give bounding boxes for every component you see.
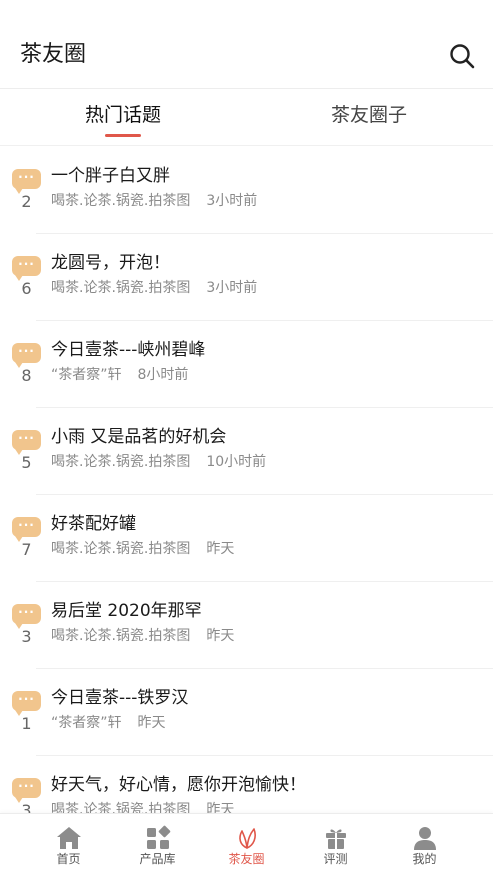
comment-bubble-icon: ··· [12, 430, 41, 455]
topic-time: 昨天 [206, 802, 235, 813]
topic-time: 昨天 [206, 628, 235, 644]
topic-meta: 喝茶.论茶.锅瓷.拍茶图 3小时前 [51, 191, 257, 211]
topic-source: 喝茶.论茶.锅瓷.拍茶图 [51, 280, 191, 296]
home-icon [56, 827, 81, 849]
tabbar-label: 我的 [412, 852, 437, 866]
tabbar-item-me[interactable]: 我的 [380, 814, 469, 879]
topic-meta: 喝茶.论茶.锅瓷.拍茶图 昨天 [51, 626, 234, 646]
comment-bubble-icon: ··· [12, 691, 41, 716]
tab-label: 热门话题 [84, 104, 161, 126]
topic-time: 昨天 [137, 715, 166, 731]
tabbar-label: 产品库 [139, 852, 176, 866]
list-item[interactable]: ··· 8 今日壹茶---峡州碧峰 “茶者察”轩 8小时前 [0, 321, 493, 408]
topic-time: 10小时前 [206, 454, 267, 470]
topic-title: 一个胖子白又胖 [51, 166, 170, 186]
list-item[interactable]: ··· 5 小雨 又是品茗的好机会 喝茶.论茶.锅瓷.拍茶图 10小时前 [0, 408, 493, 495]
topic-meta: 喝茶.论茶.锅瓷.拍茶图 昨天 [51, 539, 234, 559]
topic-time: 8小时前 [137, 367, 189, 383]
topic-meta: 喝茶.论茶.锅瓷.拍茶图 10小时前 [51, 452, 266, 472]
comment-count: 5 [21, 453, 32, 472]
topic-meta: “茶者察”轩 昨天 [51, 713, 166, 733]
topic-source: “茶者察”轩 [51, 367, 122, 383]
topic-source: 喝茶.论茶.锅瓷.拍茶图 [51, 541, 191, 557]
comment-bubble-icon: ··· [12, 517, 41, 542]
comment-count: 3 [21, 627, 32, 646]
user-icon [413, 827, 436, 850]
comment-count: 8 [21, 366, 32, 385]
tabbar-label: 首页 [56, 852, 81, 866]
topic-list: ··· 2 一个胖子白又胖 喝茶.论茶.锅瓷.拍茶图 3小时前 ··· 6 龙圆号… [0, 147, 493, 813]
list-item[interactable]: ··· 3 易后堂 2020年那罕 喝茶.论茶.锅瓷.拍茶图 昨天 [0, 582, 493, 669]
topic-title: 好天气，好心情，愿你开泡愉快！ [51, 775, 306, 795]
topic-source: 喝茶.论茶.锅瓷.拍茶图 [51, 802, 191, 813]
topic-time: 3小时前 [206, 193, 258, 209]
topic-title: 今日壹茶---峡州碧峰 [51, 340, 206, 360]
bottom-tab-bar: 首页 产品库 茶友圈 评测 我的 [0, 813, 493, 879]
list-item[interactable]: ··· 2 一个胖子白又胖 喝茶.论茶.锅瓷.拍茶图 3小时前 [0, 147, 493, 234]
comment-count: 2 [21, 192, 32, 211]
comment-bubble-icon: ··· [12, 778, 41, 803]
tabbar-item-home[interactable]: 首页 [24, 814, 113, 879]
comment-count: 7 [21, 540, 32, 559]
topic-source: 喝茶.论茶.锅瓷.拍茶图 [51, 454, 191, 470]
tabbar-item-products[interactable]: 产品库 [113, 814, 202, 879]
comment-bubble-icon: ··· [12, 256, 41, 281]
topic-title: 今日壹茶---铁罗汉 [51, 688, 189, 708]
topic-title: 龙圆号，开泡！ [51, 253, 170, 273]
topic-time: 昨天 [206, 541, 235, 557]
topic-meta: “茶者察”轩 8小时前 [51, 365, 188, 385]
topic-source: 喝茶.论茶.锅瓷.拍茶图 [51, 193, 191, 209]
topic-title: 易后堂 2020年那罕 [51, 601, 202, 621]
comment-bubble-icon: ··· [12, 604, 41, 629]
tabbar-item-review[interactable]: 评测 [291, 814, 380, 879]
comment-count: 1 [21, 714, 32, 733]
tab-tea-circles[interactable]: 茶友圈子 [246, 89, 492, 147]
gift-icon [325, 829, 346, 849]
list-item[interactable]: ··· 7 好茶配好罐 喝茶.论茶.锅瓷.拍茶图 昨天 [0, 495, 493, 582]
topic-source: 喝茶.论茶.锅瓷.拍茶图 [51, 628, 191, 644]
active-tab-indicator [105, 134, 141, 137]
topic-meta: 喝茶.论茶.锅瓷.拍茶图 昨天 [51, 800, 234, 813]
comment-count: 6 [21, 279, 32, 298]
grid-icon [146, 825, 170, 849]
topic-title: 好茶配好罐 [51, 514, 136, 534]
topic-source: “茶者察”轩 [51, 715, 122, 731]
tabbar-item-tea-circle[interactable]: 茶友圈 [202, 814, 291, 879]
page-title: 茶友圈 [20, 42, 87, 67]
tab-label: 茶友圈子 [330, 104, 407, 126]
leaf-icon [238, 828, 256, 849]
topic-tabs: 热门话题 茶友圈子 [0, 88, 493, 146]
topic-meta: 喝茶.论茶.锅瓷.拍茶图 3小时前 [51, 278, 257, 298]
app-header: 茶友圈 [0, 0, 493, 88]
tabbar-label: 茶友圈 [228, 852, 265, 866]
tab-hot-topics[interactable]: 热门话题 [0, 89, 246, 147]
list-item[interactable]: ··· 3 好天气，好心情，愿你开泡愉快！ 喝茶.论茶.锅瓷.拍茶图 昨天 [0, 756, 493, 813]
comment-bubble-icon: ··· [12, 169, 41, 194]
list-item[interactable]: ··· 1 今日壹茶---铁罗汉 “茶者察”轩 昨天 [0, 669, 493, 756]
topic-time: 3小时前 [206, 280, 258, 296]
list-item[interactable]: ··· 6 龙圆号，开泡！ 喝茶.论茶.锅瓷.拍茶图 3小时前 [0, 234, 493, 321]
comment-bubble-icon: ··· [12, 343, 41, 368]
tabbar-label: 评测 [323, 852, 348, 866]
topic-title: 小雨 又是品茗的好机会 [51, 427, 227, 447]
comment-count: 3 [21, 801, 32, 813]
search-icon[interactable] [447, 41, 477, 71]
